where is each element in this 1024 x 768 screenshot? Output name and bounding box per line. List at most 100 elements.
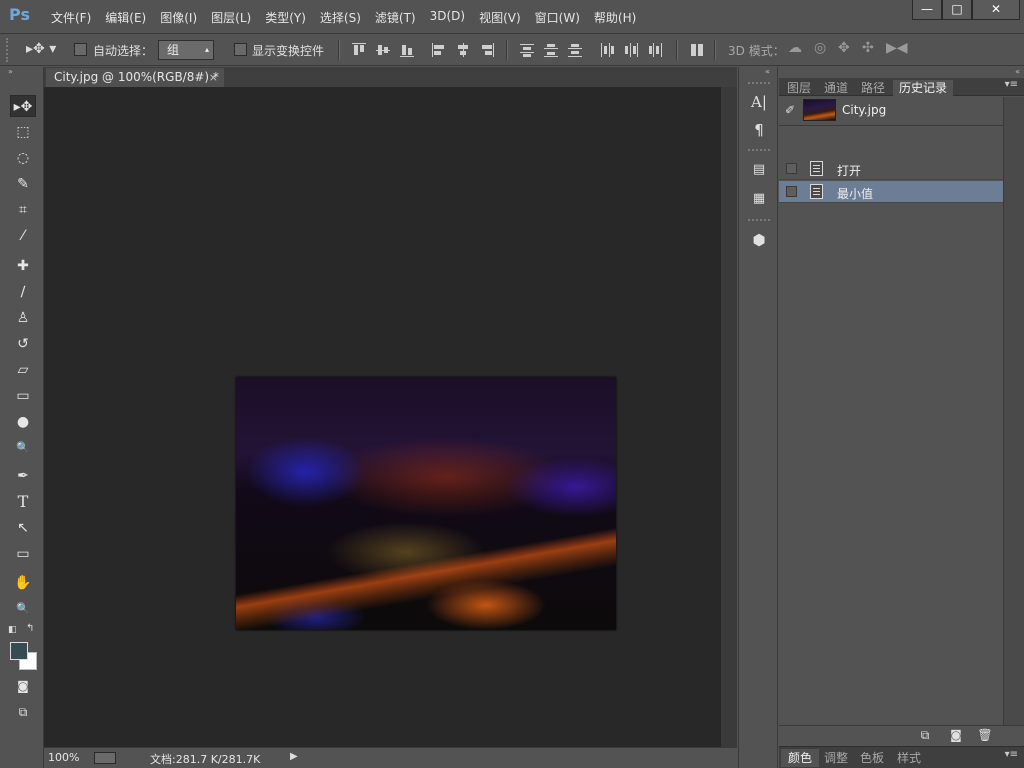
crop-tool-icon[interactable]: ⌗ xyxy=(10,199,36,221)
align-right-icon[interactable] xyxy=(480,43,494,57)
history-brush-tool-icon[interactable]: ↺ xyxy=(10,333,36,355)
align-bottom-icon[interactable] xyxy=(400,43,414,57)
menu-window[interactable]: 窗口(W) xyxy=(528,9,587,26)
distribute-hcenter-icon[interactable] xyxy=(624,43,638,57)
blur-tool-icon[interactable]: ● xyxy=(10,411,36,433)
close-button[interactable]: ✕ xyxy=(972,0,1020,20)
maximize-button[interactable]: □ xyxy=(942,0,972,20)
align-left-icon[interactable] xyxy=(432,43,446,57)
eraser-tool-icon[interactable]: ▱ xyxy=(10,359,36,381)
distribute-bottom-icon[interactable] xyxy=(568,43,582,57)
tab-paths[interactable]: 路径 xyxy=(855,80,891,96)
align-top-icon[interactable] xyxy=(352,43,366,57)
gradient-tool-icon[interactable]: ▭ xyxy=(10,385,36,407)
3d-roll-icon[interactable]: ◎ xyxy=(814,40,826,56)
close-tab-icon[interactable]: × xyxy=(209,68,218,87)
history-state-checkbox[interactable] xyxy=(786,163,797,174)
canvas-area[interactable] xyxy=(44,87,721,747)
tab-channels[interactable]: 通道 xyxy=(818,80,854,96)
distribute-left-icon[interactable] xyxy=(600,43,614,57)
healing-brush-tool-icon[interactable]: ✚ xyxy=(10,255,36,277)
type-tool-icon[interactable]: T xyxy=(10,491,36,513)
menu-type[interactable]: 类型(Y) xyxy=(258,9,313,26)
auto-select-dropdown[interactable]: 组 ▴ xyxy=(158,40,214,60)
panel-collapse-icon[interactable]: « xyxy=(1015,67,1020,76)
marquee-tool-icon[interactable]: ⬚ xyxy=(10,121,36,143)
align-hcenter-icon[interactable] xyxy=(456,43,470,57)
toolbox-collapse-icon[interactable]: » xyxy=(8,67,13,76)
minimize-button[interactable]: — xyxy=(912,0,942,20)
swap-colors-icon[interactable]: ↰ xyxy=(26,623,34,634)
tool-preset-picker[interactable]: ▸✥ ▾ xyxy=(26,41,56,57)
path-select-tool-icon[interactable]: ↖ xyxy=(10,517,36,539)
history-item[interactable]: 打开 xyxy=(779,158,1003,180)
canvas-scrollbar[interactable] xyxy=(721,87,737,747)
move-tool-icon[interactable]: ▸✥ xyxy=(10,95,36,117)
menu-file[interactable]: 文件(F) xyxy=(44,9,98,26)
3d-scale-icon[interactable]: ▶◀ xyxy=(886,40,908,56)
panel-menu-icon[interactable]: ▾≡ xyxy=(1005,79,1018,90)
quick-select-tool-icon[interactable]: ✎ xyxy=(10,173,36,195)
menu-3d[interactable]: 3D(D) xyxy=(423,9,472,26)
shape-tool-icon[interactable]: ▭ xyxy=(10,543,36,565)
dock-grip[interactable] xyxy=(748,219,770,223)
notes-panel-icon[interactable]: ▦ xyxy=(747,188,771,210)
menu-view[interactable]: 视图(V) xyxy=(472,9,528,26)
hand-tool-icon[interactable]: ✋ xyxy=(10,572,36,594)
distribute-right-icon[interactable] xyxy=(648,43,662,57)
tab-adjustments[interactable]: 调整 xyxy=(817,749,855,767)
history-state-checkbox[interactable] xyxy=(786,186,797,197)
default-colors-icon[interactable]: ◧ xyxy=(8,625,17,635)
menu-image[interactable]: 图像(I) xyxy=(153,9,204,26)
tab-layers[interactable]: 图层 xyxy=(781,80,817,96)
3d-slide-icon[interactable]: ✣ xyxy=(862,40,874,56)
history-item-selected[interactable]: 最小值 xyxy=(779,181,1003,203)
status-menu-arrow-icon[interactable]: ▶ xyxy=(290,751,298,762)
show-transform-checkbox[interactable] xyxy=(234,43,247,56)
align-vcenter-icon[interactable] xyxy=(376,43,390,57)
foreground-color-swatch[interactable] xyxy=(10,642,28,660)
eyedropper-tool-icon[interactable]: ⁄ xyxy=(10,225,36,247)
dodge-tool-icon[interactable]: 🔍 xyxy=(10,437,36,459)
tab-swatches[interactable]: 色板 xyxy=(853,749,891,767)
menu-layer[interactable]: 图层(L) xyxy=(204,9,258,26)
character-panel-icon[interactable]: A| xyxy=(747,91,771,113)
menu-filter[interactable]: 滤镜(T) xyxy=(368,9,423,26)
screen-mode-icon[interactable]: ⧉ xyxy=(10,701,36,723)
tab-styles[interactable]: 样式 xyxy=(890,749,928,767)
3d-pan-icon[interactable]: ✥ xyxy=(838,40,850,56)
paragraph-panel-icon[interactable]: ¶ xyxy=(747,119,771,141)
document-tab[interactable]: City.jpg @ 100%(RGB/8#) * × xyxy=(46,68,224,87)
brush-tool-icon[interactable]: ∕ xyxy=(10,281,36,303)
delete-trash-icon[interactable]: 🗑 xyxy=(976,727,994,743)
menu-edit[interactable]: 编辑(E) xyxy=(98,9,153,26)
pen-tool-icon[interactable]: ✒ xyxy=(10,465,36,487)
quick-mask-icon[interactable]: ◙ xyxy=(10,675,36,697)
history-snapshot[interactable]: ✐ City.jpg xyxy=(779,97,1003,125)
clone-stamp-tool-icon[interactable]: ♙ xyxy=(10,307,36,329)
3d-rotate-icon[interactable]: ☁ xyxy=(788,40,802,56)
menu-select[interactable]: 选择(S) xyxy=(313,9,368,26)
bottom-panel-menu-icon[interactable]: ▾≡ xyxy=(1005,749,1018,760)
new-snapshot-camera-icon[interactable]: ◙ xyxy=(947,727,965,743)
menu-help[interactable]: 帮助(H) xyxy=(587,9,643,26)
lasso-tool-icon[interactable]: ◌ xyxy=(10,147,36,169)
3d-panel-icon[interactable]: ⬢ xyxy=(747,229,771,251)
dock-collapse-icon[interactable]: « xyxy=(765,67,770,76)
history-scrollbar[interactable] xyxy=(1003,97,1024,725)
distribute-vcenter-icon[interactable] xyxy=(544,43,558,57)
auto-align-icon[interactable] xyxy=(690,43,704,57)
zoom-level[interactable]: 100% xyxy=(48,751,79,764)
zoom-tool-icon[interactable]: 🔍 xyxy=(10,598,36,620)
tab-history[interactable]: 历史记录 xyxy=(893,80,954,96)
auto-select-checkbox[interactable] xyxy=(74,43,87,56)
status-info-icon[interactable] xyxy=(94,752,116,764)
city-photo[interactable] xyxy=(236,377,616,630)
history-brush-source-icon[interactable]: ✐ xyxy=(785,103,795,117)
dock-grip[interactable] xyxy=(748,149,770,153)
distribute-top-icon[interactable] xyxy=(520,43,534,57)
tab-color[interactable]: 颜色 xyxy=(781,749,820,767)
new-document-from-state-icon[interactable]: ⧉ xyxy=(916,727,934,743)
options-bar-grip[interactable] xyxy=(6,38,10,62)
dock-grip[interactable] xyxy=(748,82,770,86)
